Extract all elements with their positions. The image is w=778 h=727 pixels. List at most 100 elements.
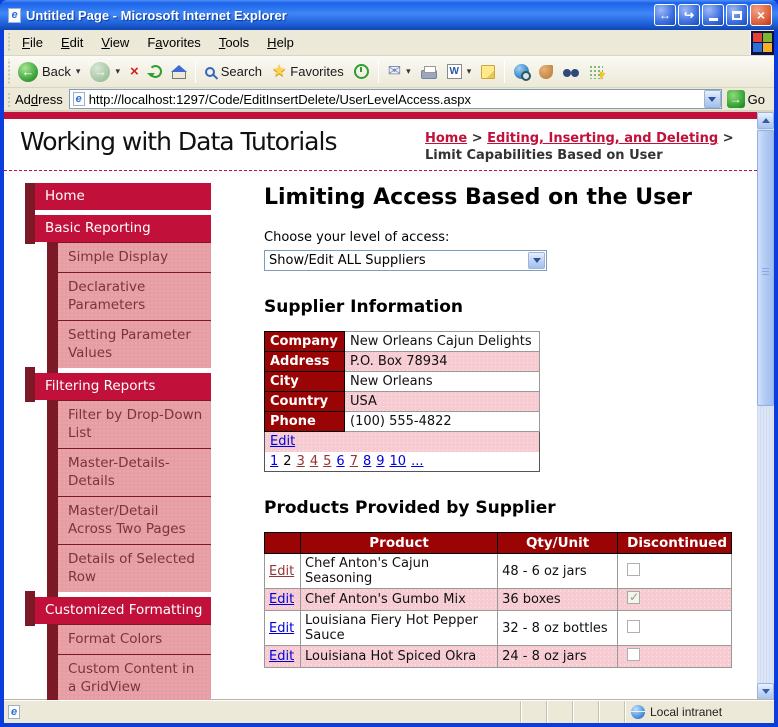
- favorites-button[interactable]: ★ Favorites: [267, 61, 349, 83]
- research-button[interactable]: [509, 61, 534, 82]
- history-button[interactable]: [349, 61, 374, 82]
- supplier-edit-link[interactable]: Edit: [270, 434, 295, 449]
- windows-messenger-button[interactable]: [584, 62, 608, 82]
- minimize-button[interactable]: [702, 4, 724, 26]
- supplier-field-value: (100) 555-4822: [344, 411, 540, 432]
- discuss-icon: [563, 68, 580, 79]
- supplier-row: Phone (100) 555-4822: [264, 411, 540, 432]
- sidebar-item-custom-content-in-a-gridview[interactable]: Custom Content in a GridView: [58, 654, 211, 700]
- product-row: Edit Louisiana Fiery Hot Pepper Sauce 32 -…: [264, 610, 732, 646]
- search-button[interactable]: Search: [200, 61, 267, 82]
- menu-view[interactable]: View: [92, 31, 138, 54]
- breadcrumb: Home > Editing, Inserting, and Deleting …: [425, 127, 747, 164]
- menu-tools[interactable]: Tools: [210, 31, 258, 54]
- sidebar-item-basic-reporting[interactable]: Basic Reporting: [25, 209, 211, 244]
- sidebar-item-home[interactable]: Home: [25, 183, 211, 212]
- sidebar-item-declarative-parameters[interactable]: Declarative Parameters: [58, 272, 211, 320]
- sidebar-item-simple-display[interactable]: Simple Display: [58, 242, 211, 272]
- menubar-grip[interactable]: [6, 33, 11, 52]
- products-table: Product Qty/Unit Discontinued Edit Chef Anto…: [264, 532, 732, 668]
- pager-page-6[interactable]: 6: [336, 454, 344, 469]
- menu-help[interactable]: Help: [258, 31, 303, 54]
- minimize-icon: [708, 18, 718, 21]
- edit-with-word-button[interactable]: W ▾: [442, 61, 477, 82]
- sidebar-item-filtering-reports[interactable]: Filtering Reports: [25, 367, 211, 402]
- refresh-button[interactable]: [144, 62, 167, 81]
- product-name-cell: Chef Anton's Gumbo Mix: [299, 588, 499, 611]
- pager-page-9[interactable]: 9: [376, 454, 384, 469]
- mail-button[interactable]: ✉ ▾: [383, 61, 416, 83]
- supplier-field-value: USA: [344, 391, 540, 412]
- sidebar-item-setting-parameter-values[interactable]: Setting Parameter Values: [58, 320, 211, 368]
- supplier-table-body: Company New Orleans Cajun Delights Address…: [264, 331, 540, 472]
- product-edit-link[interactable]: Edit: [269, 649, 294, 664]
- product-edit-link[interactable]: Edit: [269, 564, 294, 579]
- product-edit-link[interactable]: Edit: [269, 592, 294, 607]
- discontinued-checkbox: [627, 562, 641, 576]
- pager-page-4[interactable]: 4: [310, 454, 318, 469]
- notes-button[interactable]: [476, 62, 500, 82]
- local-intranet-icon: [631, 705, 645, 719]
- home-button[interactable]: [167, 62, 191, 82]
- breadcrumb-link-editing-inserting-and-deleting[interactable]: Editing, Inserting, and Deleting: [487, 131, 718, 146]
- split-view-button[interactable]: ↔: [654, 4, 676, 26]
- sidebar-item-master-detail-across-two-pages[interactable]: Master/Detail Across Two Pages: [58, 496, 211, 544]
- back-button[interactable]: ← Back ▾: [13, 59, 85, 85]
- products-header-qty-unit: Qty/Unit: [497, 532, 619, 554]
- sidebar-item-label: Master-Details-Details: [68, 455, 170, 489]
- stop-button[interactable]: ×: [125, 61, 144, 82]
- scroll-up-button[interactable]: [757, 112, 774, 129]
- supplier-row: City New Orleans: [264, 371, 540, 392]
- product-qty-cell: 48 - 6 oz jars: [497, 553, 619, 589]
- supplier-field-value: P.O. Box 78934: [344, 351, 540, 372]
- pager-page-1[interactable]: 1: [270, 454, 278, 469]
- sidebar-item-filter-by-drop-down-list[interactable]: Filter by Drop-Down List: [58, 400, 211, 448]
- main-content: Limiting Access Based on the User Choose…: [264, 183, 732, 700]
- menu-edit[interactable]: Edit: [52, 31, 92, 54]
- product-name-cell: Louisiana Fiery Hot Pepper Sauce: [299, 610, 499, 646]
- sidebar-item-master-details-details[interactable]: Master-Details-Details: [58, 448, 211, 496]
- breadcrumb-link-home[interactable]: Home: [425, 131, 467, 146]
- maximize-button[interactable]: [726, 4, 748, 26]
- go-button[interactable]: → Go: [722, 89, 770, 109]
- address-input[interactable]: e http://localhost:1297/Code/EditInsertD…: [68, 89, 722, 109]
- discuss-button[interactable]: [558, 62, 584, 82]
- pager-page-7[interactable]: 7: [350, 454, 358, 469]
- sidebar-item-customized-formatting[interactable]: Customized Formatting: [25, 591, 211, 626]
- pager-page-10[interactable]: 10: [390, 454, 407, 469]
- sidebar-item-details-of-selected-row[interactable]: Details of Selected Row: [58, 544, 211, 592]
- back-label: Back: [42, 64, 71, 79]
- forward-button[interactable]: → ▾: [85, 59, 125, 85]
- nav-section-customized-formatting: Customized Formatting Format Colors Custom…: [25, 591, 211, 700]
- windows-logo-icon: [750, 30, 774, 55]
- access-level-select[interactable]: Show/Edit ALL Suppliers: [264, 250, 547, 271]
- pager-page-8[interactable]: 8: [363, 454, 371, 469]
- print-button[interactable]: [416, 61, 442, 82]
- mail-dropdown-icon: ▾: [406, 66, 411, 76]
- pager-page-[interactable]: ...: [411, 454, 423, 469]
- go-arrow-icon: →: [726, 90, 745, 108]
- menu-file[interactable]: File: [13, 31, 52, 54]
- pager-page-3[interactable]: 3: [297, 454, 305, 469]
- pager-page-5[interactable]: 5: [323, 454, 331, 469]
- product-edit-link[interactable]: Edit: [269, 621, 294, 636]
- sidebar-item-label: Simple Display: [68, 249, 169, 265]
- close-button[interactable]: ×: [750, 4, 772, 26]
- access-level-label: Choose your level of access:: [264, 230, 450, 245]
- toolbar-grip[interactable]: [6, 59, 11, 84]
- address-url[interactable]: http://localhost:1297/Code/EditInsertDel…: [89, 92, 700, 107]
- sidebar-item-label: Basic Reporting: [45, 220, 151, 236]
- scroll-down-button[interactable]: [757, 683, 774, 700]
- address-dropdown-button[interactable]: [703, 90, 721, 108]
- addressbar-grip[interactable]: [6, 91, 11, 107]
- supplier-table: Company New Orleans Cajun Delights Address…: [264, 331, 540, 472]
- messenger-button[interactable]: [534, 62, 558, 82]
- scrollbar-track[interactable]: [757, 129, 774, 683]
- supplier-pager-row: 1 2 3 4 5 6 7 8 9 10...: [265, 452, 540, 472]
- sidebar-item-format-colors[interactable]: Format Colors: [58, 624, 211, 654]
- product-qty-cell: 32 - 8 oz bottles: [497, 610, 619, 646]
- pop-out-button[interactable]: ↪: [678, 4, 700, 26]
- supplier-field-label: Phone: [264, 411, 345, 432]
- scrollbar-thumb[interactable]: [757, 130, 774, 406]
- menu-favorites[interactable]: Favorites: [138, 31, 209, 54]
